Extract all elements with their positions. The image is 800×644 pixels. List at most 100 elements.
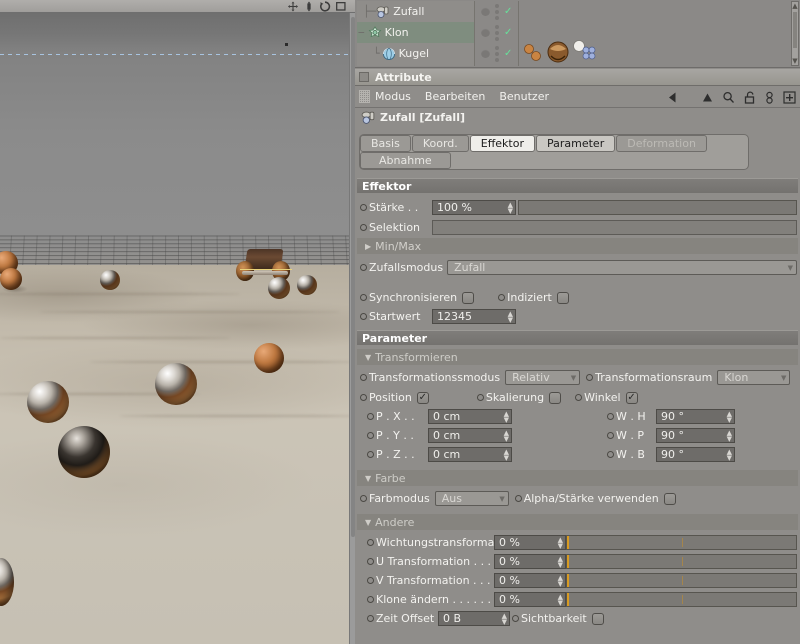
spinner-icon[interactable]: ▲▼	[508, 202, 513, 214]
alpha-checkbox[interactable]	[664, 493, 676, 505]
tab-deformation[interactable]: Deformation	[616, 135, 707, 152]
position-checkbox[interactable]: ✓	[417, 392, 429, 404]
param-bullet-icon[interactable]	[360, 374, 367, 381]
object-flags-row[interactable]: ✓	[477, 43, 518, 64]
spinner-icon[interactable]: ▲▼	[504, 430, 509, 442]
wb-input[interactable]: 90 ° ▲▼	[656, 447, 735, 462]
spinner-icon[interactable]: ▲▼	[558, 594, 563, 606]
wp-input[interactable]: 90 ° ▲▼	[656, 428, 735, 443]
farbmodus-dropdown[interactable]: Aus ▼	[435, 491, 509, 506]
attribute-tabs[interactable]: Basis Koord. Effektor Parameter Deformat…	[355, 126, 800, 172]
row-wichtungstransformation[interactable]: Wichtungstransformation 0 % ▲▼	[355, 533, 800, 552]
menu-modus[interactable]: Modus	[375, 90, 411, 103]
dot-stack-icon[interactable]	[495, 46, 499, 62]
param-bullet-icon[interactable]	[360, 264, 367, 271]
viewport-panel[interactable]	[0, 0, 355, 644]
object-row-zufall[interactable]: ├─ Zufall	[357, 1, 474, 22]
param-bullet-icon[interactable]	[360, 495, 367, 502]
u-transformation-input[interactable]: 0 % ▲▼	[494, 554, 566, 569]
v-transformation-input[interactable]: 0 % ▲▼	[494, 573, 566, 588]
v-transformation-slider[interactable]	[566, 573, 797, 588]
param-bullet-icon[interactable]	[575, 394, 582, 401]
param-bullet-icon[interactable]	[607, 432, 614, 439]
row-startwert[interactable]: Startwert 12345 ▲▼	[355, 307, 800, 326]
synchronisieren-checkbox[interactable]	[462, 292, 474, 304]
param-bullet-icon[interactable]	[360, 394, 367, 401]
indiziert-checkbox[interactable]	[557, 292, 569, 304]
transformationsmodus-dropdown[interactable]: Relativ ▼	[505, 370, 580, 385]
search-icon[interactable]	[722, 91, 735, 104]
enabled-check-icon[interactable]: ✓	[504, 7, 512, 17]
param-bullet-icon[interactable]	[367, 577, 374, 584]
chevron-down-icon[interactable]: ▼	[365, 518, 371, 527]
selektion-input[interactable]	[432, 220, 797, 235]
row-py-wp[interactable]: P . Y . . 0 cm ▲▼ W . P 90 ° ▲▼	[355, 426, 800, 445]
param-bullet-icon[interactable]	[367, 413, 374, 420]
spinner-icon[interactable]: ▲▼	[727, 430, 732, 442]
object-manager-scrollbar[interactable]: ▲ ▼	[791, 1, 799, 66]
scroll-down-icon[interactable]: ▼	[792, 57, 797, 65]
param-bullet-icon[interactable]	[512, 615, 519, 622]
chevron-down-icon[interactable]: ▼	[499, 495, 504, 503]
object-flags-row[interactable]: ✓	[477, 1, 518, 22]
tab-abnahme[interactable]: Abnahme	[360, 152, 451, 169]
param-bullet-icon[interactable]	[498, 294, 505, 301]
chevron-right-icon[interactable]: ▶	[365, 242, 371, 251]
param-bullet-icon[interactable]	[367, 596, 374, 603]
tab-koord[interactable]: Koord.	[412, 135, 469, 152]
skalierung-checkbox[interactable]	[549, 392, 561, 404]
spinner-icon[interactable]: ▲▼	[508, 311, 513, 323]
param-bullet-icon[interactable]	[607, 451, 614, 458]
object-flags-row[interactable]: ✓	[477, 22, 518, 43]
row-transformationsmodus[interactable]: Transformationssmodus Relativ ▼ Transfor…	[355, 368, 800, 387]
param-bullet-icon[interactable]	[360, 224, 367, 231]
param-bullet-icon[interactable]	[586, 374, 593, 381]
param-bullet-icon[interactable]	[367, 539, 374, 546]
chevron-down-icon[interactable]: ▼	[365, 474, 371, 483]
startwert-input[interactable]: 12345 ▲▼	[432, 309, 516, 324]
staerke-input[interactable]: 100 % ▲▼	[432, 200, 516, 215]
staerke-slider[interactable]	[518, 200, 797, 215]
sichtbarkeit-checkbox[interactable]	[592, 613, 604, 625]
row-klone-aendern[interactable]: Klone ändern . . . . . . . . . . . 0 % ▲…	[355, 590, 800, 609]
klone-aendern-input[interactable]: 0 % ▲▼	[494, 592, 566, 607]
row-px-wh[interactable]: P . X . . 0 cm ▲▼ W . H 90 ° ▲▼	[355, 407, 800, 426]
row-pz-wb[interactable]: P . Z . . 0 cm ▲▼ W . B 90 ° ▲▼	[355, 445, 800, 464]
wh-input[interactable]: 90 ° ▲▼	[656, 409, 735, 424]
param-bullet-icon[interactable]	[477, 394, 484, 401]
plus-icon[interactable]	[783, 91, 796, 104]
tab-effektor[interactable]: Effektor	[470, 135, 535, 152]
pz-input[interactable]: 0 cm ▲▼	[428, 447, 512, 462]
scroll-up-icon[interactable]: ▲	[792, 2, 797, 10]
row-u-transformation[interactable]: U Transformation . . . . . . . 0 % ▲▼	[355, 552, 800, 571]
spinner-icon[interactable]: ▲▼	[504, 449, 509, 461]
wichtungstransformation-slider[interactable]	[566, 535, 797, 550]
param-bullet-icon[interactable]	[515, 495, 522, 502]
object-tree[interactable]: ├─ Zufall − Klon	[357, 1, 475, 66]
spinner-icon[interactable]: ▲▼	[558, 537, 563, 549]
spinner-icon[interactable]: ▲▼	[558, 575, 563, 587]
tab-basis[interactable]: Basis	[360, 135, 411, 152]
dot-stack-icon[interactable]	[495, 25, 499, 41]
chevron-down-icon[interactable]: ▼	[781, 374, 786, 382]
spinner-icon[interactable]: ▲▼	[558, 556, 563, 568]
object-manager-scrollbar-thumb[interactable]	[793, 12, 797, 48]
row-zufallsmodus[interactable]: Zufallsmodus Zufall ▼	[355, 258, 800, 277]
viewport-scene[interactable]	[0, 13, 349, 644]
attribute-menubar[interactable]: Modus Bearbeiten Benutzer	[355, 86, 800, 108]
material-tag-textured-icon[interactable]	[545, 39, 571, 65]
group-andere[interactable]: ▼ Andere	[357, 514, 798, 530]
param-bullet-icon[interactable]	[607, 413, 614, 420]
param-bullet-icon[interactable]	[367, 432, 374, 439]
param-bullet-icon[interactable]	[360, 204, 367, 211]
px-input[interactable]: 0 cm ▲▼	[428, 409, 512, 424]
spinner-icon[interactable]: ▲▼	[727, 411, 732, 423]
param-bullet-icon[interactable]	[360, 294, 367, 301]
group-minmax[interactable]: ▶ Min/Max	[357, 238, 798, 254]
chevron-down-icon[interactable]: ▼	[571, 374, 576, 382]
tab-parameter[interactable]: Parameter	[536, 135, 615, 152]
param-bullet-icon[interactable]	[360, 313, 367, 320]
row-synchronisieren[interactable]: Synchronisieren Indiziert	[355, 288, 800, 307]
mograph-selection-tag-icon[interactable]	[571, 39, 597, 63]
transformationsraum-dropdown[interactable]: Klon ▼	[717, 370, 790, 385]
